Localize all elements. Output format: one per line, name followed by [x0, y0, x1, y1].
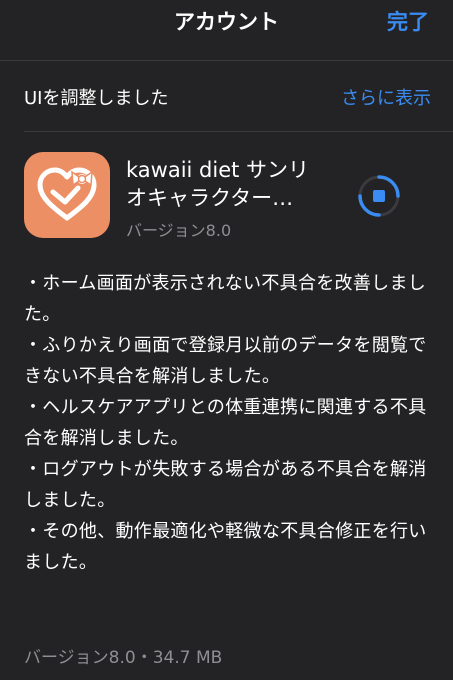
release-note-item: ・その他、動作最適化や軽微な不具合修正を行いました。: [24, 521, 427, 573]
update-summary-title: UIを調整しました: [24, 88, 169, 109]
divider: [0, 60, 453, 61]
heart-bow-icon: [37, 167, 97, 221]
release-note-item: ・ふりかえり画面で登録月以前のデータを閲覧できない不具合を解消しました。: [24, 335, 427, 387]
download-progress-button[interactable]: [357, 174, 401, 218]
app-version: バージョン8.0: [126, 221, 232, 240]
version-size-label: バージョン8.0・34.7 MB: [24, 648, 223, 668]
release-notes: ・ホーム画面が表示されない不具合を改善しました。 ・ふりかえり画面で登録月以前の…: [24, 268, 434, 578]
release-note-item: ・ホーム画面が表示されない不具合を改善しました。: [24, 273, 427, 325]
stop-download-icon: [358, 175, 400, 217]
nav-title: アカウント: [174, 10, 279, 34]
app-name: kawaii diet サンリオキャラクター…: [126, 158, 310, 210]
app-update-detail-screen: アカウント 完了 UIを調整しました さらに表示 kawaii diet サンリ…: [0, 0, 453, 680]
app-icon[interactable]: [24, 152, 110, 238]
release-note-item: ・ヘルスケアアプリとの体重連携に関連する不具合を解消しました。: [24, 397, 427, 449]
navigation-bar: アカウント 完了: [0, 0, 453, 44]
done-button[interactable]: 完了: [387, 6, 429, 36]
release-note-item: ・ログアウトが失敗する場合がある不具合を解消しました。: [24, 459, 427, 511]
update-summary-row: UIを調整しました さらに表示: [24, 84, 431, 110]
divider: [24, 131, 453, 132]
show-more-link[interactable]: さらに表示: [341, 84, 431, 110]
